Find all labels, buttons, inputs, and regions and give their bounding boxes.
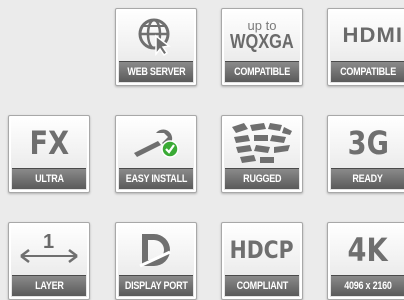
3g-text: 3G [347, 123, 389, 162]
hdcp-badge: HDCP COMPLIANT [221, 222, 303, 300]
4k-text: 4K [347, 230, 389, 269]
badge-label: EASY INSTALL [125, 173, 187, 185]
badge-label: LAYER [34, 280, 64, 292]
tire-tread-icon [232, 122, 292, 163]
hdmi-badge: HDMI COMPATIBLE [327, 8, 404, 86]
badge-label: WEB SERVER [126, 66, 186, 78]
displayport-logo-icon [139, 233, 171, 267]
badge-label: READY [352, 173, 384, 185]
globe-cursor-icon [138, 18, 171, 56]
wrench-check-icon [134, 128, 179, 158]
layer-number: 1 [43, 231, 55, 253]
3g-ready-badge: 3G READY [327, 115, 404, 193]
hdmi-logo-text: HDMI [342, 23, 404, 47]
badge-label: COMPATIBLE [234, 66, 290, 78]
fx-text: FX [29, 123, 69, 162]
rugged-badge: RUGGED [221, 115, 303, 193]
badge-label: COMPLIANT [236, 280, 288, 292]
badge-label: DISPLAY PORT [124, 280, 188, 292]
4k-badge: 4K 4096 x 2160 [327, 222, 404, 300]
web-server-badge: WEB SERVER [115, 8, 197, 86]
hdcp-text: HDCP [230, 235, 294, 264]
badge-label: ULTRA [34, 173, 64, 185]
fx-badge: FX ULTRA [8, 115, 90, 193]
badge-label: COMPATIBLE [340, 66, 396, 78]
badge-label: RUGGED [242, 173, 282, 185]
wqxga-badge: up to WQXGA COMPATIBLE [221, 8, 303, 86]
badge-label: 4096 x 2160 [344, 280, 392, 292]
layer-badge: 1 LAYER [8, 222, 90, 300]
display-port-badge: DISPLAY PORT [115, 222, 197, 300]
easy-install-badge: EASY INSTALL [115, 115, 197, 193]
badge-top-text: WQXGA [230, 31, 294, 53]
